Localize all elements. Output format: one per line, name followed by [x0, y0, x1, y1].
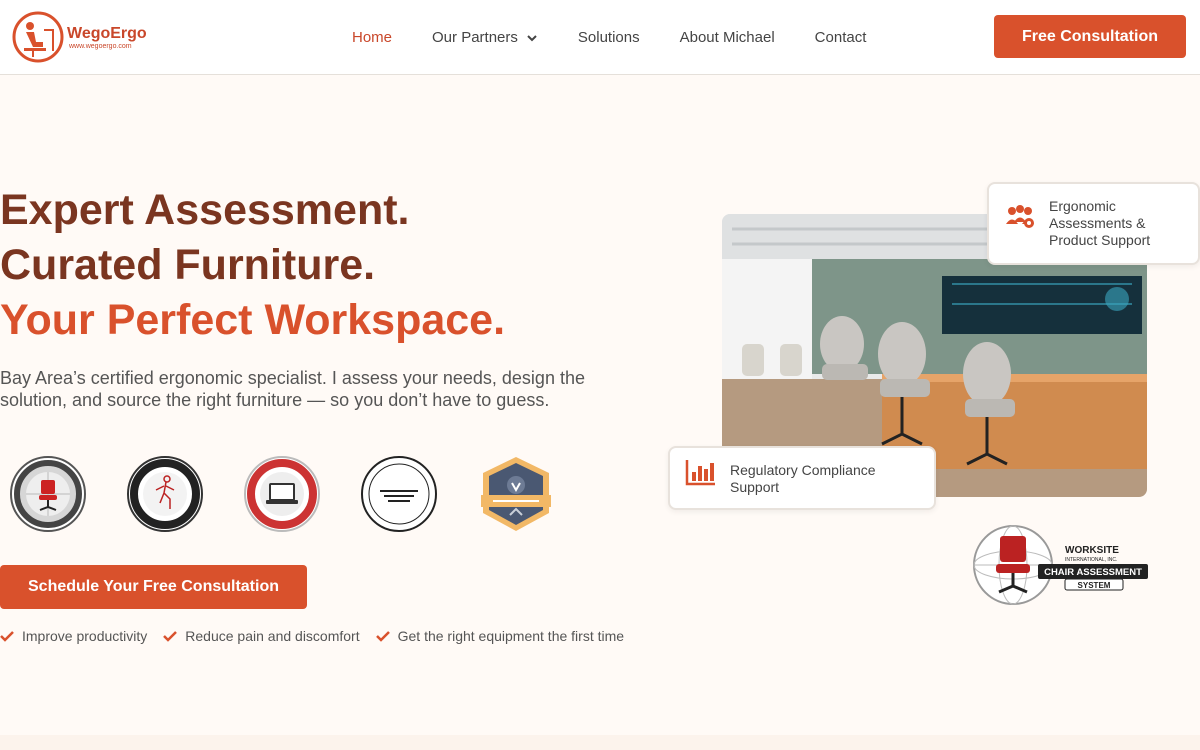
- hero-lead: Bay Area’s certified ergonomic specialis…: [0, 368, 585, 410]
- nav-home[interactable]: Home: [352, 29, 392, 46]
- headline-line-1: Expert Assessment.: [0, 186, 410, 234]
- nav-our-partners-label: Our Partners: [432, 29, 518, 46]
- nav-solutions[interactable]: Solutions: [578, 29, 640, 46]
- compliance-card-label: Regulatory Compliance Support: [730, 462, 876, 495]
- check-icon: [163, 631, 178, 642]
- users-gear-icon: [1006, 205, 1034, 228]
- next-section-edge: [0, 735, 1200, 750]
- worksite-chair-assessment-logo: WORKSITE INTERNATIONAL, INC. CHAIR ASSES…: [973, 525, 1148, 605]
- nav-contact[interactable]: Contact: [815, 29, 867, 46]
- check-icon: [375, 631, 390, 642]
- remote-ergonomics-badge: [244, 456, 320, 532]
- bar-chart-icon: [685, 460, 715, 486]
- brand-name: WegoErgo: [67, 24, 147, 42]
- assessments-card: Ergonomic Assessments & Product Support: [987, 182, 1200, 265]
- worksite-logo-line-2: INTERNATIONAL, INC.: [1065, 557, 1117, 563]
- schedule-consultation-button[interactable]: Schedule Your Free Consultation: [0, 565, 307, 609]
- utility-safety-badge: [361, 456, 437, 532]
- site-header: WegoErgo www.wegoergo.com Home Our Partn…: [0, 0, 1200, 75]
- benefit-label: Improve productivity: [22, 628, 148, 644]
- benefit-item: Improve productivity: [0, 628, 147, 644]
- certification-badges: [9, 455, 594, 533]
- hero-headline: Expert Assessment. Curated Furniture. Yo…: [0, 183, 505, 348]
- benefit-item: Get the right equipment the first time: [375, 628, 625, 644]
- headline-line-2: Curated Furniture.: [0, 241, 376, 289]
- check-icon: [0, 631, 14, 642]
- benefit-label: Reduce pain and discomfort: [185, 628, 360, 644]
- compliance-card: Regulatory Compliance Support: [668, 446, 936, 510]
- assessments-card-label: Ergonomic Assessments & Product Support: [1049, 198, 1151, 248]
- benefits-list: Improve productivity Reduce pain and dis…: [0, 628, 640, 644]
- worksite-logo-line-3: CHAIR ASSESSMENT: [1044, 567, 1142, 578]
- office-ergonomics-badge: [127, 456, 203, 532]
- chevron-down-icon: [527, 34, 537, 41]
- headline-line-3: Your Perfect Workspace.: [0, 296, 506, 344]
- chair-assessment-badge: [10, 456, 86, 532]
- benefit-label: Get the right equipment the first time: [397, 628, 625, 644]
- worksite-logo-line-1: WORKSITE: [1065, 545, 1119, 556]
- main-nav: Home Our Partners Solutions About Michae…: [332, 0, 886, 75]
- worksite-logo-line-4: SYSTEM: [1078, 581, 1111, 590]
- logo-icon: [12, 11, 64, 63]
- nav-our-partners[interactable]: Our Partners: [432, 29, 538, 46]
- brand-logo[interactable]: WegoErgo www.wegoergo.com: [12, 11, 152, 63]
- risk-manager-badge: [481, 457, 551, 531]
- free-consultation-button[interactable]: Free Consultation: [994, 15, 1186, 58]
- nav-about-michael[interactable]: About Michael: [680, 29, 775, 46]
- benefit-item: Reduce pain and discomfort: [163, 628, 360, 644]
- brand-url: www.wegoergo.com: [69, 42, 132, 50]
